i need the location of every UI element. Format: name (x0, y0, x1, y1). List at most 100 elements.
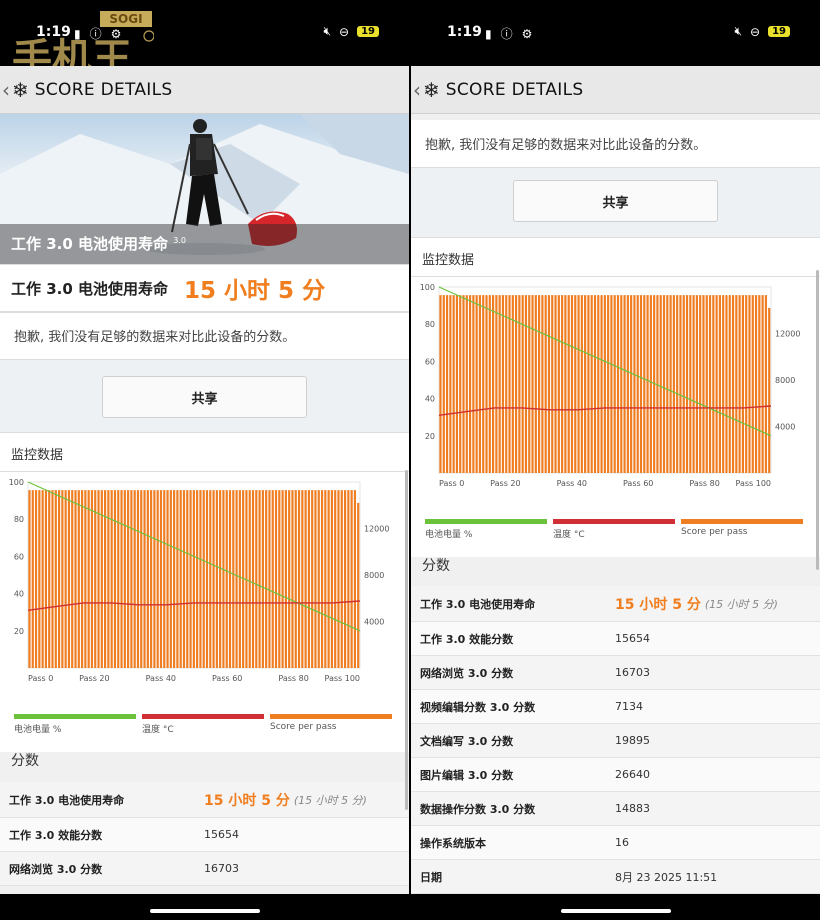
score-value: 15 小时 5 分 (204, 792, 290, 809)
score-bar (695, 295, 698, 473)
score-bar (574, 295, 577, 473)
score-row-performance: 工作 3.0 效能分数 15654 (0, 818, 409, 852)
score-row-photo-editing: 图片编辑 3.0 分数 26640 (411, 758, 820, 792)
score-label: 日期 (420, 870, 442, 884)
score-bar (577, 295, 580, 473)
left-phone-screen: 1:19 ▮ⓘ⚙ 🔇︎ ⊖ 19 SOGI 手机王 ‹ ❄ SCORE DETA… (0, 0, 409, 920)
right-axis-tick: 8000 (364, 571, 384, 580)
home-indicator[interactable] (149, 909, 260, 913)
score-bar (567, 295, 570, 473)
score-bar (176, 490, 179, 668)
score-bar (662, 295, 666, 473)
score-bar (113, 490, 117, 668)
score-label: 视频编辑分数 3.0 分数 (420, 700, 536, 714)
score-bar (455, 295, 459, 473)
score-bar (159, 490, 163, 668)
scrollbar[interactable] (816, 270, 819, 570)
score-bar (442, 295, 445, 473)
score-label: 操作系统版本 (420, 836, 486, 850)
home-indicator[interactable] (560, 909, 671, 913)
score-bar (228, 490, 232, 668)
score-value: 16703 (615, 666, 650, 679)
hero-image: 工作 3.0 电池使用寿命 3.0 (0, 114, 409, 264)
score-label: 网络浏览 3.0 分数 (9, 862, 103, 876)
score-bar (459, 295, 462, 473)
score-bar (232, 490, 235, 668)
score-bar (90, 490, 94, 668)
x-axis-tick: Pass 40 (557, 479, 587, 488)
score-bar (156, 490, 159, 668)
score-bar (281, 490, 284, 668)
hero-caption: 工作 3.0 电池使用寿命 3.0 (0, 224, 409, 264)
score-bar (87, 490, 90, 668)
monitoring-chart: 100 80 60 40 20 12000 8000 4000 Pass 0 Pass 20 Pas… (420, 283, 801, 488)
hero-version: 3.0 (173, 236, 186, 245)
score-bar (748, 295, 751, 473)
score-bar (320, 490, 324, 668)
score-bar (127, 490, 130, 668)
score-bar (758, 295, 761, 473)
score-bar (561, 295, 564, 473)
mute-icon: 🔇︎ (323, 24, 332, 38)
score-bar (445, 295, 449, 473)
score-bar (439, 295, 442, 473)
score-bar (725, 295, 728, 473)
score-bar (692, 295, 695, 473)
share-button[interactable]: 共享 (513, 180, 718, 222)
score-bar (554, 295, 557, 473)
score-bar (133, 490, 136, 668)
score-bar (44, 490, 48, 668)
back-chevron-icon[interactable]: ‹ (2, 78, 10, 102)
score-bar (100, 490, 103, 668)
score-bar (324, 490, 327, 668)
score-bar (557, 295, 560, 473)
score-bar (248, 490, 251, 668)
legend-temperature-swatch (553, 519, 675, 524)
x-axis-tick: Pass 100 (735, 479, 771, 488)
title-bar: ‹ ❄ SCORE DETAILS (0, 66, 409, 114)
x-axis-tick: Pass 0 (28, 674, 53, 683)
right-phone-screen: 1:19 ▮ⓘ⚙ 🔇︎ ⊖ 19 ‹ ❄ SCORE DETAILS 抱歉, 我… (411, 0, 820, 920)
score-bar (107, 490, 110, 668)
score-bar (764, 295, 768, 473)
x-axis-tick: Pass 0 (439, 479, 464, 488)
score-bar (38, 490, 41, 668)
score-row-performance: 工作 3.0 效能分数 15654 (411, 622, 820, 656)
score-bar (288, 490, 291, 668)
score-bar (501, 295, 505, 473)
legend-temperature: 温度 °C (553, 519, 675, 540)
score-sub-value: (15 小时 5 分) (704, 597, 778, 611)
score-bar (715, 295, 718, 473)
score-bar (633, 295, 636, 473)
score-bar (140, 490, 143, 668)
x-axis-tick: Pass 80 (278, 674, 308, 683)
score-label: 数据操作分数 3.0 分数 (420, 802, 536, 816)
score-row-video-editing: 视频编辑分数 3.0 分数 7134 (411, 690, 820, 724)
score-bar (482, 295, 485, 473)
nav-bar (411, 894, 820, 920)
score-bar (623, 295, 626, 473)
score-bar (215, 490, 218, 668)
scrollbar[interactable] (405, 470, 408, 810)
score-bar (741, 295, 745, 473)
legend-score-swatch (681, 519, 803, 524)
score-bar (620, 295, 623, 473)
battery-indicator: 19 (357, 26, 379, 37)
battery-indicator: 19 (768, 26, 790, 37)
back-chevron-icon[interactable]: ‹ (413, 78, 421, 102)
share-button[interactable]: 共享 (102, 376, 307, 418)
left-axis-tick: 20 (14, 627, 24, 636)
score-bar (353, 490, 357, 668)
score-bar (71, 490, 74, 668)
legend-battery: 电池电量 % (425, 519, 547, 540)
score-bar (261, 490, 264, 668)
score-bar (182, 490, 186, 668)
legend-temperature-label: 温度 °C (553, 530, 585, 540)
score-bar (291, 490, 294, 668)
score-bar (189, 490, 192, 668)
score-bar (761, 295, 764, 473)
score-bar (630, 295, 633, 473)
right-content: 抱歉, 我们没有足够的数据来对比此设备的分数。 共享 监控数据 100 80 60 4… (411, 114, 820, 896)
left-axis-tick: 40 (425, 395, 435, 404)
score-bar (120, 490, 123, 668)
